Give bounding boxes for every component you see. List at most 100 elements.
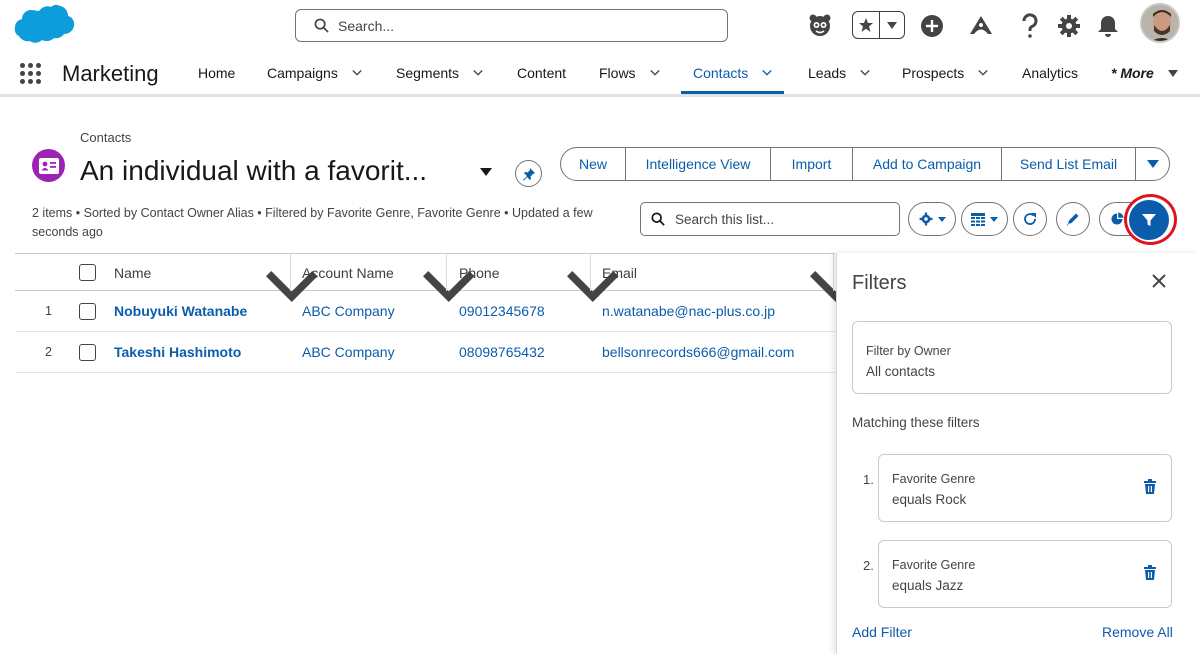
global-search-input[interactable]: Search... bbox=[295, 9, 728, 42]
more-actions-button[interactable] bbox=[1135, 147, 1170, 181]
nav-item-content[interactable]: Content bbox=[517, 52, 566, 94]
new-button[interactable]: New bbox=[560, 147, 626, 181]
row-checkbox[interactable] bbox=[79, 343, 96, 361]
help-icon[interactable] bbox=[1015, 11, 1045, 41]
account-name-link[interactable]: ABC Company bbox=[302, 332, 395, 372]
remove-all-link[interactable]: Remove All bbox=[1102, 624, 1173, 640]
refresh-button[interactable] bbox=[1013, 202, 1047, 236]
salesforce-logo[interactable] bbox=[14, 4, 76, 48]
list-actions-group: New Intelligence View Import Add to Camp… bbox=[560, 147, 1170, 181]
column-divider[interactable] bbox=[290, 254, 291, 291]
nav-item-analytics[interactable]: Analytics bbox=[1022, 52, 1078, 94]
column-header-label: Phone bbox=[459, 264, 500, 281]
list-settings-button[interactable] bbox=[908, 202, 956, 236]
table-row: 2 Takeshi Hashimoto ABC Company 08098765… bbox=[15, 332, 835, 373]
display-as-button[interactable] bbox=[961, 202, 1008, 236]
phone-link[interactable]: 09012345678 bbox=[459, 291, 545, 331]
chevron-down-icon[interactable] bbox=[860, 68, 870, 78]
import-button[interactable]: Import bbox=[770, 147, 853, 181]
nav-item-label: Content bbox=[517, 65, 567, 81]
edit-list-button[interactable] bbox=[1056, 202, 1090, 236]
row-number: 2 bbox=[45, 345, 52, 359]
column-divider[interactable] bbox=[833, 254, 834, 291]
chevron-down-icon[interactable] bbox=[762, 68, 772, 78]
delete-trash-icon[interactable] bbox=[1143, 479, 1157, 495]
chevron-down-icon[interactable] bbox=[978, 68, 988, 78]
setup-gear-icon[interactable] bbox=[1054, 11, 1084, 41]
chevron-down-icon[interactable] bbox=[649, 68, 660, 78]
nav-item-home[interactable]: Home bbox=[198, 52, 235, 94]
nav-more-menu[interactable]: * More bbox=[1111, 52, 1178, 94]
caret-down-icon bbox=[1167, 69, 1178, 77]
nav-item-label: Analytics bbox=[1022, 65, 1079, 81]
account-name-link[interactable]: ABC Company bbox=[302, 291, 395, 331]
trailhead-icon[interactable] bbox=[966, 11, 996, 41]
column-divider[interactable] bbox=[590, 254, 591, 291]
send-list-email-button[interactable]: Send List Email bbox=[1001, 147, 1136, 181]
owner-filter-label: Filter by Owner bbox=[866, 344, 951, 358]
nav-item-label: Prospects bbox=[902, 65, 965, 81]
row-checkbox[interactable] bbox=[79, 302, 96, 320]
einstein-icon[interactable] bbox=[805, 10, 835, 40]
user-avatar[interactable] bbox=[1140, 3, 1180, 43]
favorites-star-icon[interactable] bbox=[853, 12, 879, 38]
add-filter-link[interactable]: Add Filter bbox=[852, 624, 912, 640]
chevron-down-icon[interactable] bbox=[352, 68, 362, 78]
intelligence-view-button[interactable]: Intelligence View bbox=[625, 147, 771, 181]
nav-item-prospects[interactable]: Prospects bbox=[902, 52, 988, 94]
object-label: Contacts bbox=[80, 130, 132, 145]
nav-item-label: Contacts bbox=[693, 65, 749, 81]
phone-link[interactable]: 08098765432 bbox=[459, 332, 545, 372]
add-icon[interactable] bbox=[917, 11, 947, 41]
contact-name-link[interactable]: Takeshi Hashimoto bbox=[114, 332, 241, 372]
highlight-circle bbox=[1124, 194, 1177, 245]
pin-list-view-button[interactable] bbox=[515, 160, 542, 187]
edit-pencil-icon bbox=[1066, 213, 1079, 226]
nav-item-campaigns[interactable]: Campaigns bbox=[267, 52, 362, 94]
column-header-phone[interactable]: Phone bbox=[459, 254, 499, 291]
app-nav-bar: Marketing Home Campaigns Segments Conten… bbox=[0, 52, 1200, 97]
close-icon[interactable] bbox=[1151, 273, 1167, 289]
filter-field: Favorite Genre bbox=[892, 472, 976, 486]
nav-item-segments[interactable]: Segments bbox=[396, 52, 483, 94]
chart-pie-icon bbox=[1111, 212, 1123, 225]
filters-panel-title: Filters bbox=[852, 272, 907, 294]
nav-item-flows[interactable]: Flows bbox=[599, 52, 660, 94]
contact-name-link[interactable]: Nobuyuki Watanabe bbox=[114, 291, 247, 331]
global-header: Search... bbox=[0, 0, 1200, 52]
column-header-label: Name bbox=[114, 264, 152, 281]
pin-icon bbox=[522, 167, 535, 180]
search-placeholder: Search... bbox=[338, 17, 395, 34]
favorites-menu-icon[interactable] bbox=[878, 12, 905, 38]
filter-number: 1. bbox=[863, 472, 874, 487]
add-to-campaign-button[interactable]: Add to Campaign bbox=[852, 147, 1002, 181]
nav-item-label: Flows bbox=[599, 65, 636, 81]
nav-item-contacts[interactable]: Contacts bbox=[680, 52, 785, 94]
column-divider[interactable] bbox=[446, 254, 447, 291]
caret-down-icon bbox=[1146, 160, 1159, 168]
search-icon bbox=[651, 212, 665, 226]
email-link[interactable]: bellsonrecords666@gmail.com bbox=[602, 332, 794, 372]
app-launcher-icon[interactable] bbox=[20, 63, 42, 85]
filter-by-owner-card[interactable]: Filter by Owner All contacts bbox=[852, 321, 1172, 394]
search-icon bbox=[314, 18, 329, 33]
column-header-label: Account Name bbox=[302, 264, 394, 281]
list-view-picker-icon[interactable] bbox=[479, 167, 493, 177]
gear-icon bbox=[919, 212, 932, 226]
column-header-account-name[interactable]: Account Name bbox=[302, 254, 394, 291]
delete-trash-icon[interactable] bbox=[1143, 565, 1157, 581]
list-search-placeholder: Search this list... bbox=[675, 211, 775, 227]
filter-item[interactable]: Favorite Genre equals Rock bbox=[878, 454, 1172, 522]
notifications-bell-icon[interactable] bbox=[1093, 11, 1123, 41]
list-search-input[interactable]: Search this list... bbox=[640, 202, 900, 236]
select-all-checkbox[interactable] bbox=[79, 264, 96, 281]
matching-filters-label: Matching these filters bbox=[852, 415, 980, 430]
email-link[interactable]: n.watanabe@nac-plus.co.jp bbox=[602, 291, 775, 331]
list-view-title[interactable]: An individual with a favorit... bbox=[80, 155, 427, 187]
column-header-name[interactable]: Name bbox=[114, 254, 151, 291]
nav-item-leads[interactable]: Leads bbox=[808, 52, 870, 94]
chevron-down-icon[interactable] bbox=[473, 68, 483, 78]
filter-item[interactable]: Favorite Genre equals Jazz bbox=[878, 540, 1172, 608]
contact-icon bbox=[32, 149, 65, 182]
column-header-email[interactable]: Email bbox=[602, 254, 637, 291]
